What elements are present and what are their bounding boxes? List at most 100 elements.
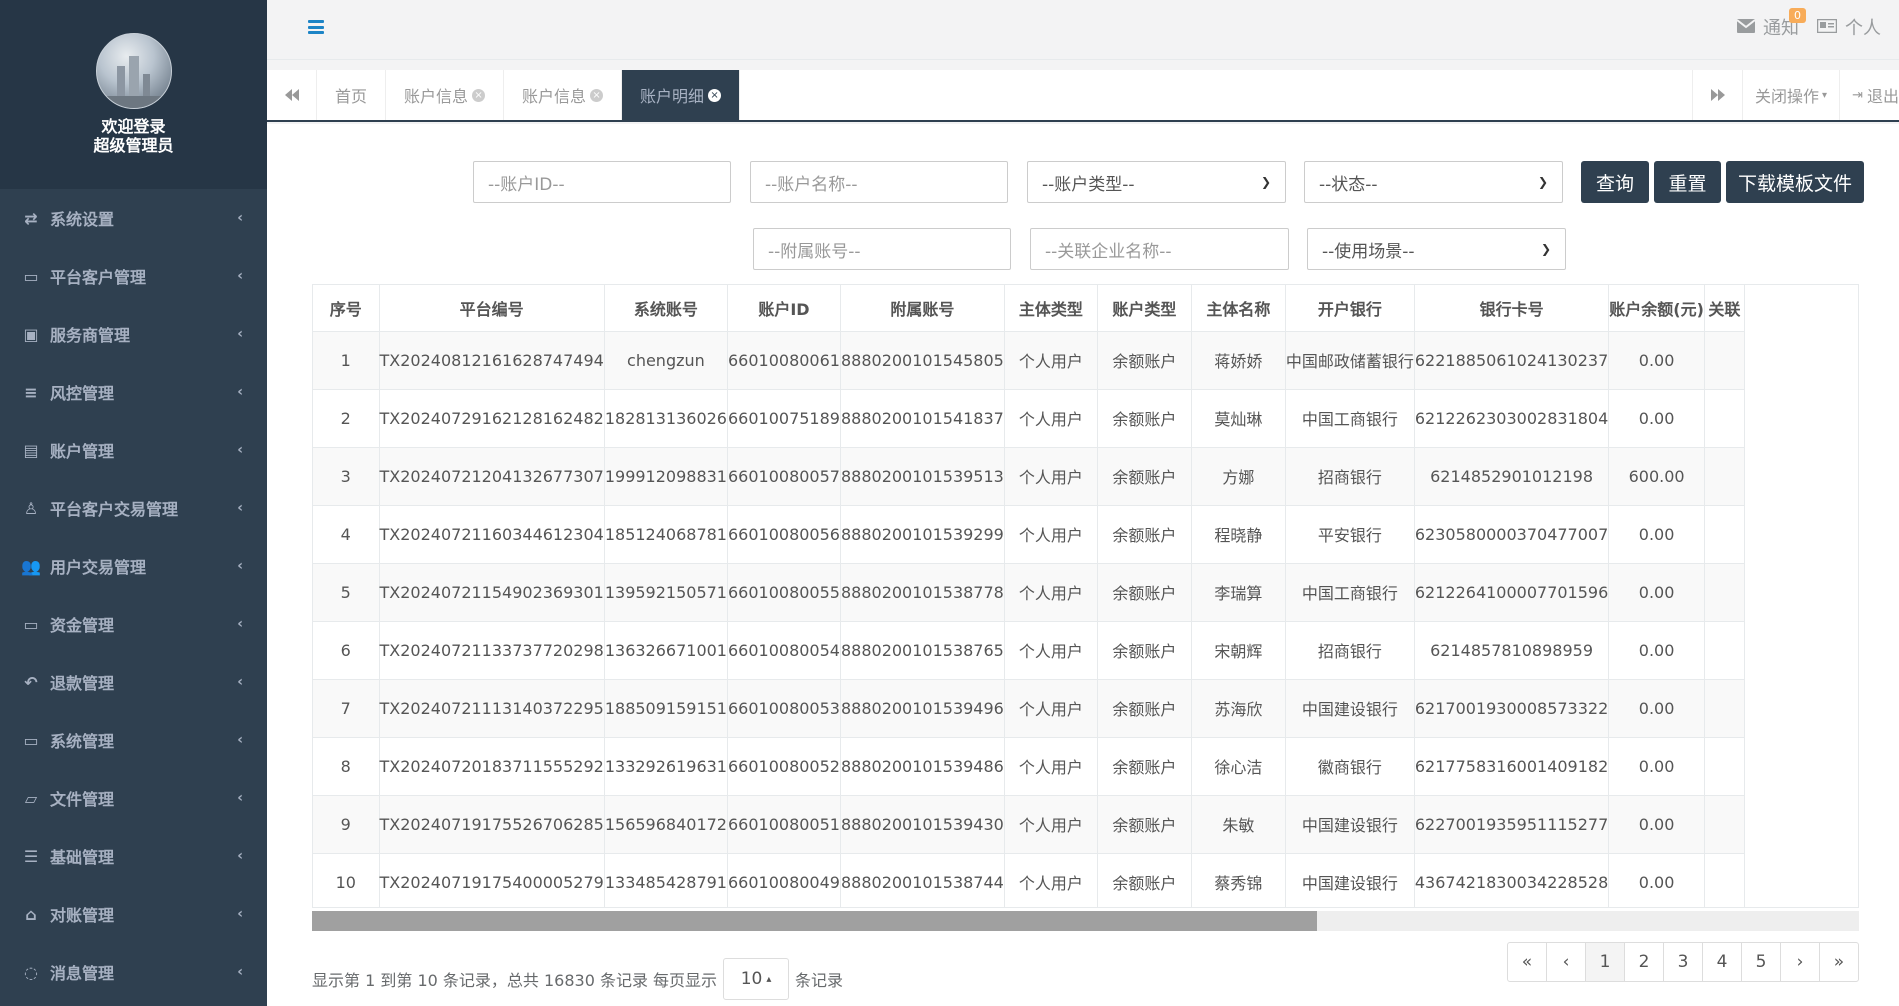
sidebar-item-1[interactable]: ▭ 平台客户管理 ‹ [0, 247, 267, 305]
account-name-input[interactable]: --账户名称-- [750, 161, 1008, 203]
column-header[interactable]: 附属账号 [840, 285, 1005, 332]
status-select[interactable]: --状态-- ❯ [1304, 161, 1563, 203]
table-cell: 中国建设银行 [1285, 679, 1415, 738]
column-header[interactable]: 关联 [1704, 285, 1745, 332]
page-size-select[interactable]: 10 ▴ [723, 958, 790, 1000]
sub-account-input[interactable]: --附属账号-- [753, 228, 1011, 270]
envelope-icon [1736, 17, 1756, 38]
table-cell: 8880200101539486 [840, 737, 1005, 796]
sidebar-item-11[interactable]: ☰ 基础管理 ‹ [0, 827, 267, 885]
close-icon[interactable]: × [590, 88, 604, 102]
query-button[interactable]: 查询 [1581, 161, 1649, 203]
shuffle-icon: ⇄ [24, 208, 38, 228]
bars-icon: ☰ [23, 846, 39, 866]
sidebar-item-label: 账户管理 [50, 442, 115, 461]
column-header[interactable]: 平台编号 [379, 285, 605, 332]
column-header[interactable]: 主体名称 [1191, 285, 1286, 332]
column-header[interactable]: 账户ID [727, 285, 841, 332]
table-cell: 8880200101538765 [840, 621, 1005, 680]
close-ops-dropdown[interactable]: 关闭操作 ▾ [1742, 70, 1839, 120]
page-button[interactable]: 5 [1741, 942, 1781, 982]
page-button[interactable]: 4 [1702, 942, 1742, 982]
sidebar-item-13[interactable]: ◌ 消息管理 ‹ [0, 943, 267, 1001]
tab-1[interactable]: 账户信息 × [386, 70, 505, 120]
enterprise-input[interactable]: --关联企业名称-- [1030, 228, 1289, 270]
avatar[interactable] [95, 33, 172, 109]
logout-button[interactable]: ⇥ 退出 [1839, 70, 1899, 120]
sidebar-item-12[interactable]: ⌂ 对账管理 ‹ [0, 885, 267, 943]
page-button[interactable]: › [1780, 942, 1820, 982]
sidebar-item-0[interactable]: ⇄ 系统设置 ‹ [0, 189, 267, 247]
page-button[interactable]: ‹ [1546, 942, 1586, 982]
download-template-button[interactable]: 下载模板文件 [1726, 161, 1864, 203]
column-header[interactable]: 主体类型 [1004, 285, 1098, 332]
notify-button[interactable]: 通知 0 [1736, 8, 1806, 40]
table-cell: 199912098831 [604, 447, 728, 506]
tab-scroll-left-button[interactable] [267, 70, 317, 120]
sidebar-item-3[interactable]: ≡ 风控管理 ‹ [0, 363, 267, 421]
table-row[interactable]: 2 TX20240729162128162482 182813136026 66010… [313, 389, 1745, 448]
table-cell: 个人用户 [1004, 795, 1098, 854]
column-header[interactable]: 银行卡号 [1414, 285, 1610, 332]
table-row[interactable]: 10 TX20240719175400005279 133485428791 6601… [313, 853, 1745, 907]
sidebar-item-9[interactable]: ▭ 系统管理 ‹ [0, 711, 267, 769]
table-row[interactable]: 9 TX20240719175526706285 156596840172 66010… [313, 795, 1745, 854]
column-header[interactable]: 开户银行 [1285, 285, 1415, 332]
sidebar-item-7[interactable]: ▭ 资金管理 ‹ [0, 595, 267, 653]
sidebar-item-2[interactable]: ▣ 服务商管理 ‹ [0, 305, 267, 363]
account-type-select[interactable]: --账户类型-- ❯ [1027, 161, 1286, 203]
page-button[interactable]: 3 [1663, 942, 1703, 982]
page-button[interactable]: 1 [1585, 942, 1625, 982]
table-cell: 余额账户 [1097, 621, 1192, 680]
close-icon[interactable]: × [708, 88, 722, 102]
table-cell: TX20240812161628747494 [379, 331, 605, 390]
caret-up-icon: ▴ [766, 973, 772, 985]
table-row[interactable]: 7 TX20240721113140372295 188509159151 66010… [313, 679, 1745, 738]
tab-list: 首页 账户信息 × 账户信息 × 账户明细 × [317, 70, 1692, 120]
table-cell: 0.00 [1608, 795, 1705, 854]
tab-3[interactable]: 账户明细 × [622, 70, 741, 120]
table-cell [1704, 505, 1745, 564]
account-id-input[interactable]: --账户ID-- [473, 161, 731, 203]
scrollbar-thumb[interactable] [312, 911, 1317, 931]
close-icon[interactable]: × [472, 88, 486, 102]
sidebar-item-10[interactable]: ▱ 文件管理 ‹ [0, 769, 267, 827]
table-body: 1 TX20240812161628747494 chengzun 660100800… [313, 331, 1745, 907]
sidebar-item-5[interactable]: ♙ 平台客户交易管理 ‹ [0, 479, 267, 537]
table-cell [1704, 447, 1745, 506]
profile-button[interactable]: 个人 [1816, 14, 1881, 40]
table-row[interactable]: 6 TX20240721133737720298 136326671001 66010… [313, 621, 1745, 680]
scene-select[interactable]: --使用场景-- ❯ [1307, 228, 1566, 270]
column-header[interactable]: 账户类型 [1097, 285, 1192, 332]
tab-0[interactable]: 首页 [317, 70, 387, 120]
horizontal-scrollbar[interactable] [312, 911, 1859, 931]
sidebar-item-8[interactable]: ↶ 退款管理 ‹ [0, 653, 267, 711]
table-cell: 66010080053 [727, 679, 841, 738]
table-cell: 余额账户 [1097, 853, 1192, 907]
table-cell [1704, 679, 1745, 738]
sidebar-item-6[interactable]: 👥 用户交易管理 ‹ [0, 537, 267, 595]
table-row[interactable]: 3 TX20240721204132677307 199912098831 66010… [313, 447, 1745, 506]
tab-scroll-right-button[interactable] [1692, 70, 1742, 120]
table-row[interactable]: 1 TX20240812161628747494 chengzun 660100800… [313, 331, 1745, 390]
tab-2[interactable]: 账户信息 × [504, 70, 623, 120]
table-header-row: 序号 平台编号 系统账号 账户ID 附属账号 主体类型 账户类型 主体名称 开户银行 银行卡号 账户… [313, 285, 1745, 332]
table-cell: 招商银行 [1285, 447, 1415, 506]
close-ops-label: 关闭操作 [1755, 87, 1820, 106]
reset-button[interactable]: 重置 [1654, 161, 1721, 203]
main-content: --账户ID-- --账户名称-- --账户类型-- ❯ --状态-- ❯ 查询… [267, 124, 1899, 1006]
column-header[interactable]: 序号 [313, 285, 380, 332]
page-button[interactable]: « [1507, 942, 1547, 982]
column-header[interactable]: 账户余额(元) [1608, 285, 1705, 332]
table-row[interactable]: 4 TX20240721160344612304 185124068781 66010… [313, 505, 1745, 564]
table-row[interactable]: 8 TX20240720183711555292 133292619631 66010… [313, 737, 1745, 796]
sign-out-icon: ⇥ [1852, 87, 1863, 103]
page-button[interactable]: 2 [1624, 942, 1664, 982]
table-row[interactable]: 5 TX20240721154902369301 139592150571 66010… [313, 563, 1745, 622]
column-header[interactable]: 系统账号 [604, 285, 728, 332]
sidebar-item-4[interactable]: ▤ 账户管理 ‹ [0, 421, 267, 479]
page-button[interactable]: » [1819, 942, 1859, 982]
notify-badge: 0 [1789, 8, 1806, 23]
menu-toggle-icon[interactable] [308, 20, 324, 34]
sidebar: 欢迎登录 超级管理员 ⇄ 系统设置 ‹ ▭ 平台客户管理 ‹ ▣ 服务商管理 ‹ ≡ 风控管理 ‹ ▤ 账… [0, 0, 267, 1006]
